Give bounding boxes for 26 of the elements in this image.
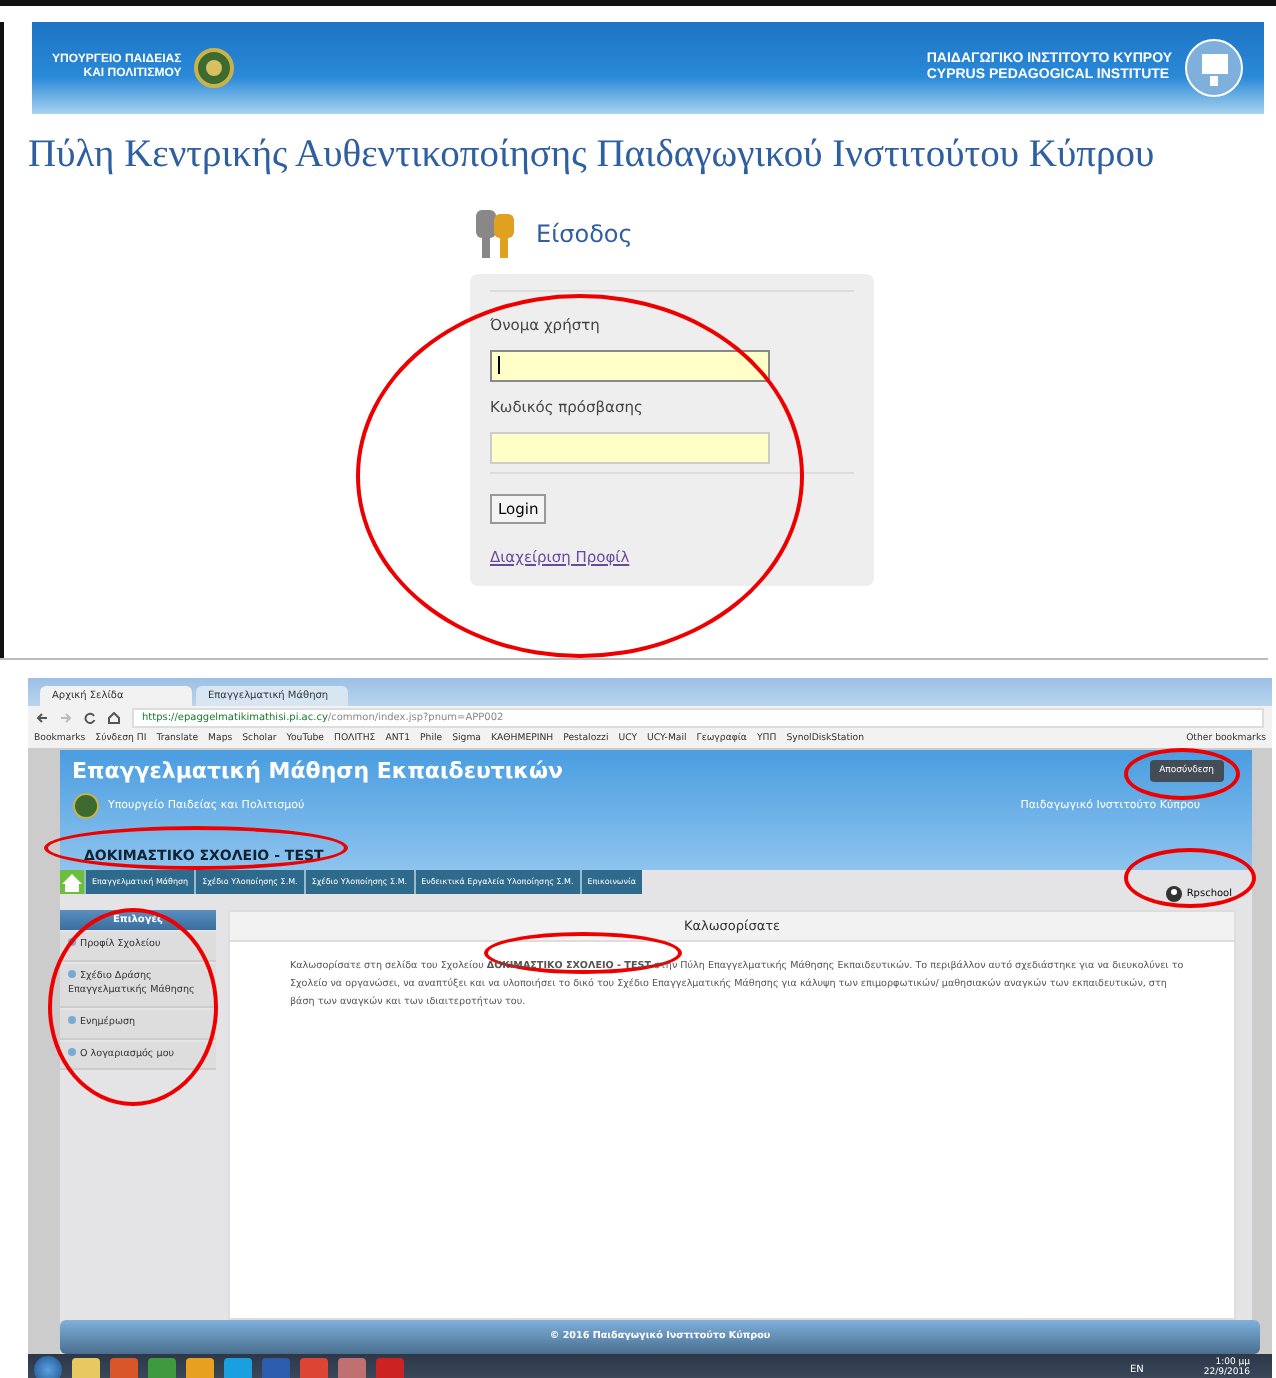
taskbar-app-icon[interactable] xyxy=(224,1358,252,1378)
taskbar-app-icon[interactable] xyxy=(300,1358,328,1378)
taskbar-app-icon[interactable] xyxy=(148,1358,176,1378)
computer-logo-icon xyxy=(1184,38,1244,98)
portal-title: Πύλη Κεντρικής Αυθεντικοποίησης Παιδαγωγικού Ινστιτούτου Κύπρου xyxy=(28,134,1157,178)
app-title: Επαγγελματική Μάθηση Εκπαιδευτικών xyxy=(72,758,564,784)
reload-icon[interactable] xyxy=(84,711,96,723)
taskbar-app-icon[interactable] xyxy=(72,1358,100,1378)
taskbar-app-icon[interactable] xyxy=(338,1358,366,1378)
input-field[interactable] xyxy=(490,350,770,382)
start-button[interactable] xyxy=(34,1356,62,1378)
taskbar-app-icon[interactable] xyxy=(186,1358,214,1378)
emblem-icon xyxy=(193,48,234,88)
emblem-icon xyxy=(72,792,100,820)
back-arrow-icon[interactable] xyxy=(36,711,48,723)
annotation-ellipse xyxy=(1124,748,1240,800)
login-heading: Είσοδος xyxy=(536,220,633,248)
input-field[interactable] xyxy=(490,432,770,464)
user-icon[interactable] xyxy=(1166,886,1183,902)
home-icon[interactable] xyxy=(108,711,120,723)
annotation-ellipse xyxy=(1124,848,1256,908)
keys-icon xyxy=(472,206,520,262)
taskbar-app-icon[interactable] xyxy=(262,1358,290,1378)
forward-arrow-icon[interactable] xyxy=(60,711,72,723)
taskbar-app-icon[interactable] xyxy=(110,1358,138,1378)
taskbar-app-icon[interactable] xyxy=(376,1358,404,1378)
